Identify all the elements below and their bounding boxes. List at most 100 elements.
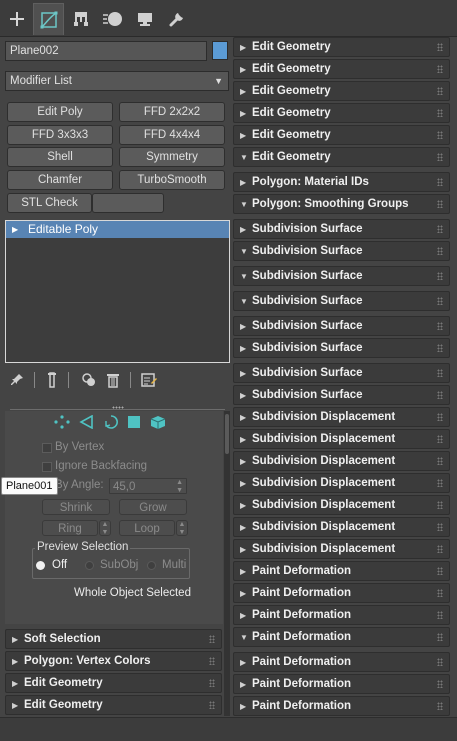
- grow-button[interactable]: Grow: [119, 499, 187, 515]
- ignore-backfacing-checkbox[interactable]: [42, 462, 52, 472]
- drag-grip-icon[interactable]: [437, 680, 443, 688]
- drag-grip-icon[interactable]: [437, 523, 443, 531]
- empty-modifier-button[interactable]: [92, 193, 164, 213]
- rollout-right-item[interactable]: ▶ Subdivision Displacement: [233, 429, 450, 449]
- drag-grip-icon[interactable]: [437, 344, 443, 352]
- drag-grip-icon[interactable]: [437, 501, 443, 509]
- rollout-right-item[interactable]: ▼ Paint Deformation: [233, 627, 450, 647]
- modifier-list-dropdown[interactable]: Modifier List ▼: [5, 71, 229, 91]
- object-name-field[interactable]: Plane002: [5, 41, 207, 61]
- rollout-right-item[interactable]: ▶ Subdivision Displacement: [233, 539, 450, 559]
- stl-check-button[interactable]: STL Check: [7, 193, 92, 213]
- drag-grip-icon[interactable]: [437, 545, 443, 553]
- tab-display[interactable]: [129, 3, 160, 35]
- by-vertex-checkbox[interactable]: [42, 443, 52, 453]
- drag-grip-icon[interactable]: [437, 633, 443, 641]
- divider-grip-icon[interactable]: [112, 406, 124, 409]
- pin-stack-icon[interactable]: [8, 371, 26, 389]
- rollout-right-item[interactable]: ▶ Subdivision Displacement: [233, 495, 450, 515]
- drag-grip-icon[interactable]: [437, 457, 443, 465]
- rollout-right-item[interactable]: ▶ Paint Deformation: [233, 605, 450, 625]
- shell-button[interactable]: Shell: [7, 147, 113, 167]
- rollout-right-item[interactable]: ▶ Subdivision Displacement: [233, 451, 450, 471]
- drag-grip-icon[interactable]: [437, 178, 443, 186]
- rollout-right-item[interactable]: ▶ Paint Deformation: [233, 696, 450, 716]
- rollout-right-item[interactable]: ▶ Subdivision Surface: [233, 316, 450, 336]
- tab-hierarchy[interactable]: [65, 3, 96, 35]
- rollout-right-item[interactable]: ▶ Subdivision Surface: [233, 219, 450, 239]
- configure-sets-icon[interactable]: [140, 371, 158, 389]
- drag-grip-icon[interactable]: [437, 297, 443, 305]
- drag-grip-icon[interactable]: [437, 87, 443, 95]
- preview-off-radio[interactable]: [36, 561, 45, 570]
- drag-grip-icon[interactable]: [437, 272, 443, 280]
- rollout-right-item[interactable]: ▶ Polygon: Material IDs: [233, 172, 450, 192]
- stack-item-editable-poly[interactable]: ▶ Editable Poly: [6, 221, 229, 238]
- rollout-soft-selection[interactable]: ▶ Soft Selection: [5, 629, 222, 649]
- object-color-swatch[interactable]: [212, 41, 228, 60]
- tab-utilities[interactable]: [161, 3, 192, 35]
- rollout-right-item[interactable]: ▶ Paint Deformation: [233, 652, 450, 672]
- show-end-result-icon[interactable]: [44, 371, 60, 389]
- drag-grip-icon[interactable]: [437, 702, 443, 710]
- rollout-right-item[interactable]: ▶ Edit Geometry: [233, 59, 450, 79]
- rollout-polygon-vertex-colors[interactable]: ▶ Polygon: Vertex Colors: [5, 651, 222, 671]
- drag-grip-icon[interactable]: [437, 109, 443, 117]
- rollout-right-item[interactable]: ▶ Subdivision Displacement: [233, 407, 450, 427]
- drag-grip-icon[interactable]: [437, 200, 443, 208]
- rollout-right-item[interactable]: ▼ Subdivision Surface: [233, 241, 450, 261]
- drag-grip-icon[interactable]: [437, 658, 443, 666]
- rollout-right-item[interactable]: ▶ Subdivision Displacement: [233, 473, 450, 493]
- rollout-right-item[interactable]: ▶ Subdivision Surface: [233, 385, 450, 405]
- drag-grip-icon[interactable]: [437, 413, 443, 421]
- ring-spinner-icon[interactable]: ▲ ▼: [99, 520, 111, 536]
- tab-modify[interactable]: [33, 3, 64, 35]
- drag-grip-icon[interactable]: [209, 701, 215, 709]
- rollout-edit-geometry[interactable]: ▶ Edit Geometry: [5, 695, 222, 715]
- edit-poly-button[interactable]: Edit Poly: [7, 102, 113, 122]
- symmetry-button[interactable]: Symmetry: [119, 147, 225, 167]
- drag-grip-icon[interactable]: [437, 611, 443, 619]
- rollout-right-item[interactable]: ▶ Edit Geometry: [233, 37, 450, 57]
- loop-spinner-icon[interactable]: ▲ ▼: [176, 520, 188, 536]
- shrink-button[interactable]: Shrink: [42, 499, 110, 515]
- chamfer-button[interactable]: Chamfer: [7, 170, 113, 190]
- spinner-arrows-icon[interactable]: ▲ ▼: [176, 479, 183, 495]
- rollout-right-item[interactable]: ▼ Subdivision Surface: [233, 291, 450, 311]
- turbosmooth-button[interactable]: TurboSmooth: [119, 170, 225, 190]
- drag-grip-icon[interactable]: [437, 567, 443, 575]
- edge-mode-icon[interactable]: [79, 414, 95, 432]
- scrollbar-thumb[interactable]: [225, 414, 229, 454]
- drag-grip-icon[interactable]: [437, 435, 443, 443]
- rollout-right-item[interactable]: ▶ Edit Geometry: [233, 103, 450, 123]
- preview-multi-radio[interactable]: [147, 561, 156, 570]
- angle-spinner[interactable]: 45,0 ▲ ▼: [109, 478, 187, 494]
- rollout-right-item[interactable]: ▶ Edit Geometry: [233, 81, 450, 101]
- polygon-mode-icon[interactable]: [127, 415, 141, 432]
- drag-grip-icon[interactable]: [437, 391, 443, 399]
- tab-create[interactable]: [1, 3, 32, 35]
- rollout-right-item[interactable]: ▼ Edit Geometry: [233, 147, 450, 167]
- tab-motion[interactable]: [97, 3, 128, 35]
- vertex-mode-icon[interactable]: [54, 415, 70, 432]
- preview-subobj-radio[interactable]: [85, 561, 94, 570]
- drag-grip-icon[interactable]: [437, 43, 443, 51]
- rollout-right-item[interactable]: ▼ Polygon: Smoothing Groups: [233, 194, 450, 214]
- drag-grip-icon[interactable]: [437, 225, 443, 233]
- rollout-right-item[interactable]: ▶ Paint Deformation: [233, 583, 450, 603]
- rollout-right-item[interactable]: ▶ Subdivision Surface: [233, 363, 450, 383]
- rollout-right-item[interactable]: ▶ Subdivision Surface: [233, 338, 450, 358]
- ffd-4x4x4-button[interactable]: FFD 4x4x4: [119, 125, 225, 145]
- rollout-right-item[interactable]: ▼ Subdivision Surface: [233, 266, 450, 286]
- expand-arrow-icon[interactable]: ▶: [12, 221, 18, 238]
- drag-grip-icon[interactable]: [209, 635, 215, 643]
- element-mode-icon[interactable]: [150, 415, 166, 433]
- rollout-right-item[interactable]: ▶ Paint Deformation: [233, 561, 450, 581]
- drag-grip-icon[interactable]: [437, 322, 443, 330]
- ring-button[interactable]: Ring: [42, 520, 98, 536]
- trash-icon[interactable]: [104, 371, 122, 389]
- drag-grip-icon[interactable]: [437, 369, 443, 377]
- ffd-3x3x3-button[interactable]: FFD 3x3x3: [7, 125, 113, 145]
- drag-grip-icon[interactable]: [437, 479, 443, 487]
- drag-grip-icon[interactable]: [437, 589, 443, 597]
